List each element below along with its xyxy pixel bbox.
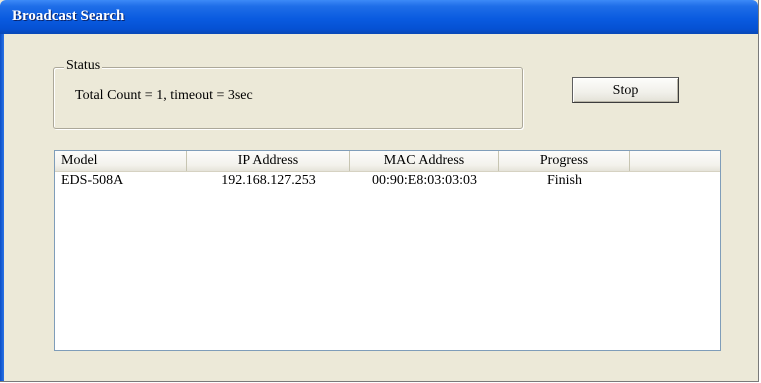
status-groupbox: Status Total Count = 1, timeout = 3sec bbox=[53, 58, 523, 129]
list-header: Model IP Address MAC Address Progress bbox=[55, 151, 720, 172]
cell-ip-address: 192.168.127.253 bbox=[221, 173, 316, 188]
table-row[interactable]: EDS-508A 192.168.127.253 00:90:E8:03:03:… bbox=[55, 172, 720, 190]
title-bar[interactable]: Broadcast Search bbox=[0, 0, 758, 34]
cell-mac-address: 00:90:E8:03:03:03 bbox=[372, 173, 477, 188]
column-header-model[interactable]: Model bbox=[55, 151, 187, 171]
window-title: Broadcast Search bbox=[12, 8, 125, 24]
device-list[interactable]: Model IP Address MAC Address Progress ED… bbox=[54, 150, 721, 351]
column-header-ip-address[interactable]: IP Address bbox=[187, 151, 350, 171]
stop-button[interactable]: Stop bbox=[572, 77, 679, 103]
broadcast-search-dialog: Broadcast Search Status Total Count = 1,… bbox=[0, 0, 759, 382]
cell-progress: Finish bbox=[546, 173, 582, 188]
status-group-label: Status bbox=[64, 58, 103, 74]
cell-model: EDS-508A bbox=[61, 173, 124, 188]
window-left-border bbox=[0, 34, 4, 381]
list-body: EDS-508A 192.168.127.253 00:90:E8:03:03:… bbox=[55, 172, 720, 190]
status-text: Total Count = 1, timeout = 3sec bbox=[75, 88, 253, 103]
column-header-mac-address[interactable]: MAC Address bbox=[350, 151, 499, 171]
column-header-filler bbox=[630, 151, 720, 171]
column-header-progress[interactable]: Progress bbox=[499, 151, 630, 171]
